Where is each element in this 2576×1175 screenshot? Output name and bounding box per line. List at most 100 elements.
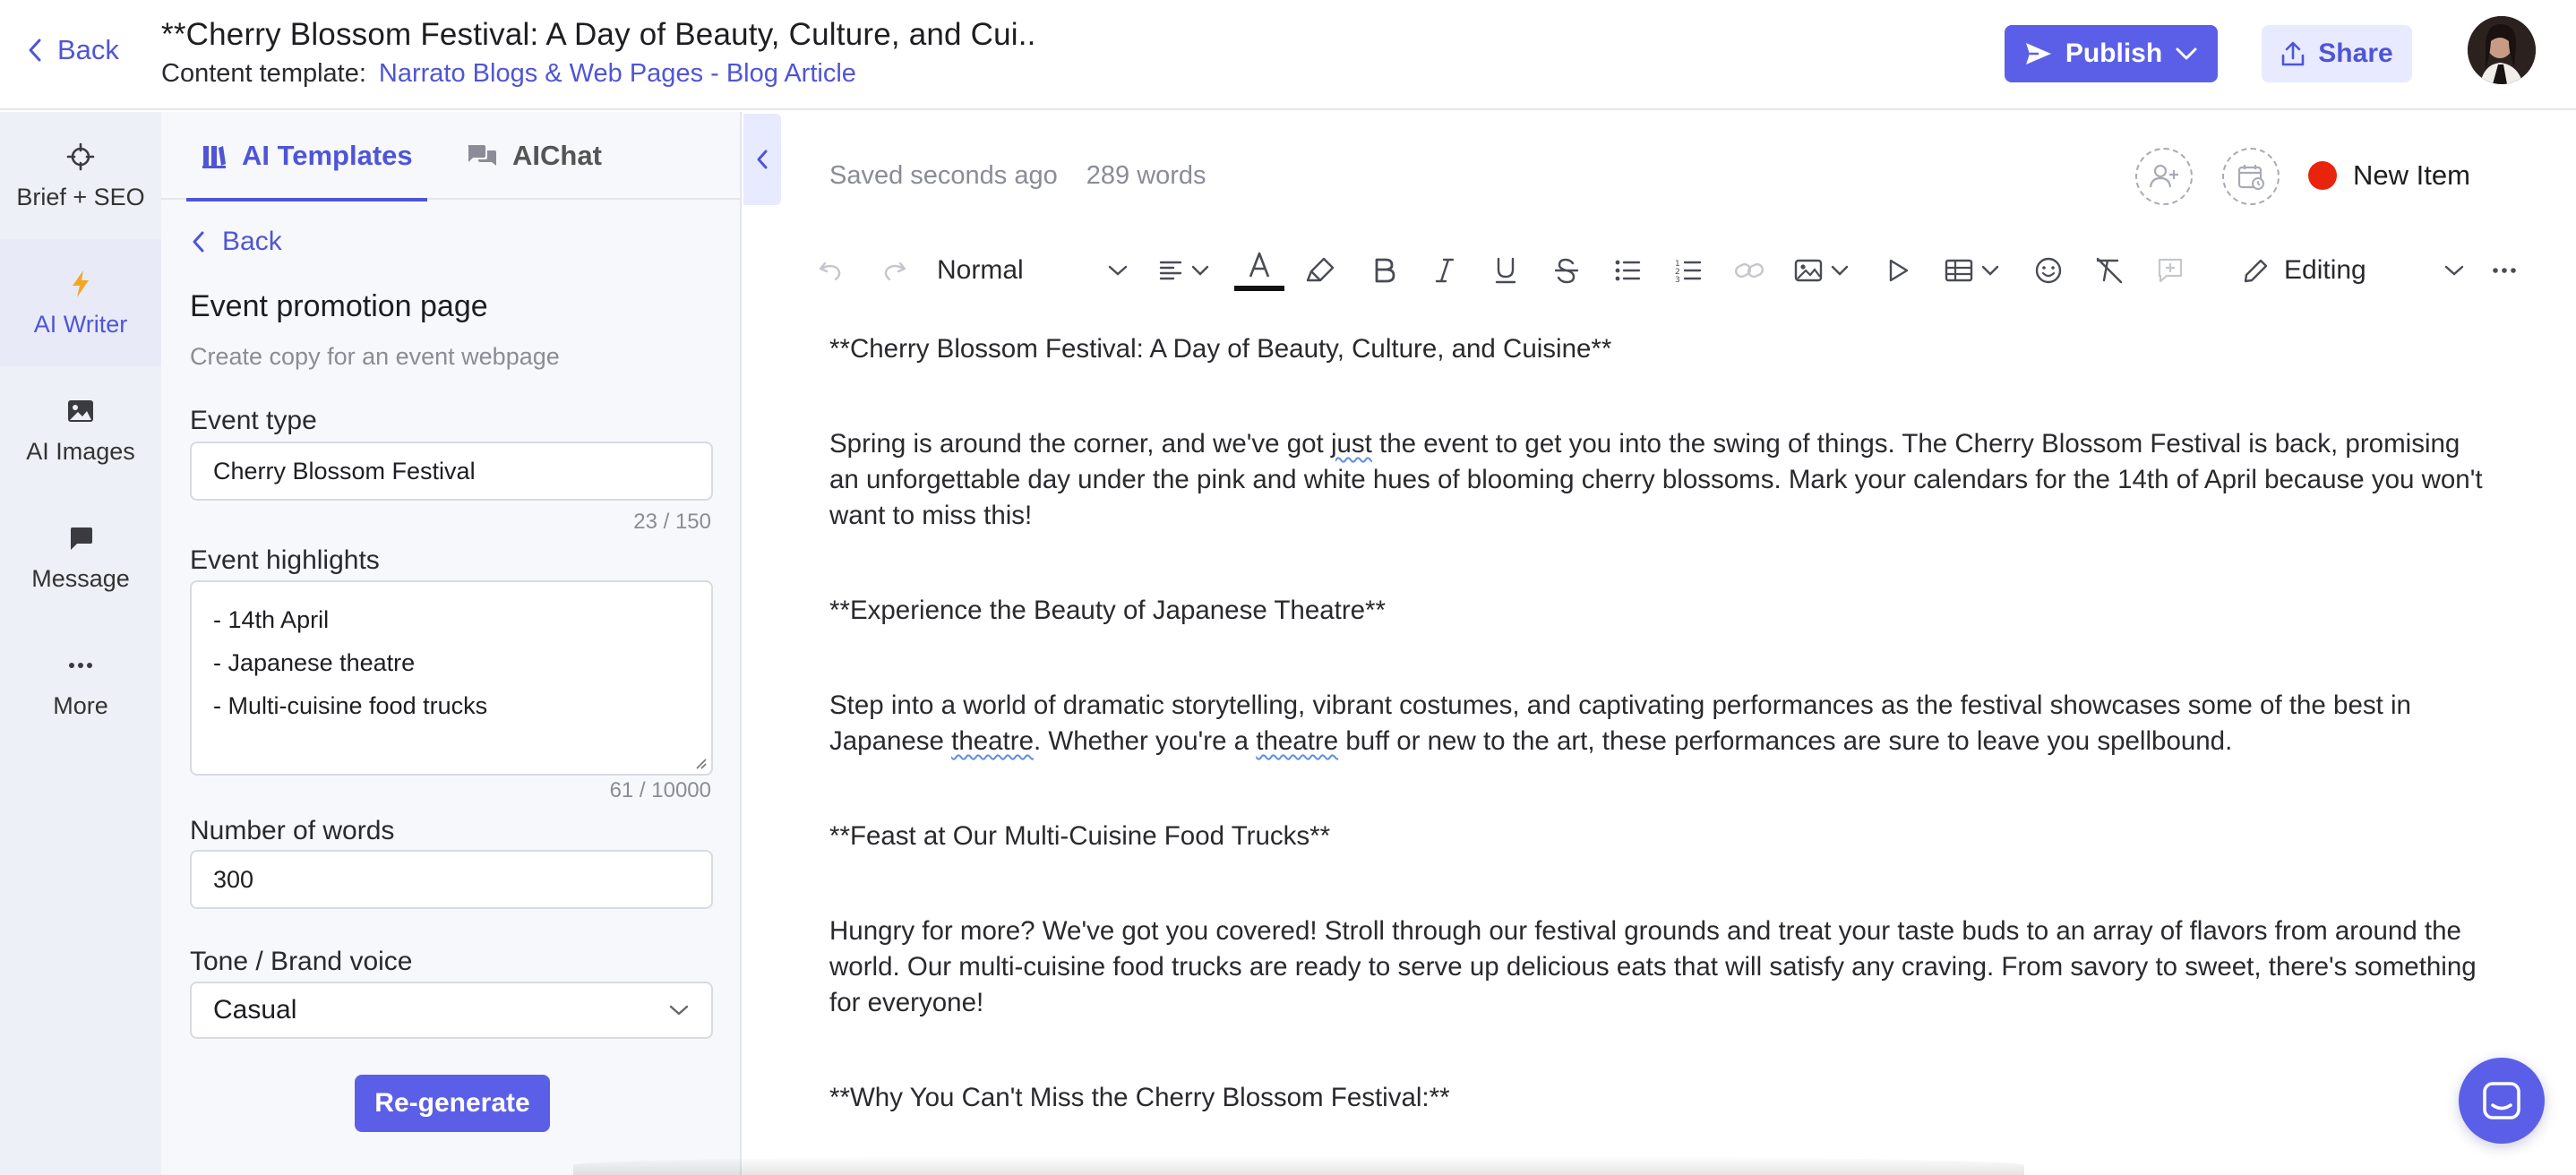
back-label: Back xyxy=(57,34,119,65)
highlighter-icon xyxy=(1306,257,1335,282)
regenerate-button[interactable]: Re-generate xyxy=(355,1075,550,1132)
workflow-status[interactable]: New Item xyxy=(2308,159,2470,192)
text-color-button[interactable] xyxy=(1234,242,1284,299)
set-due-date-button[interactable] xyxy=(2222,148,2280,205)
tone-select[interactable]: Casual xyxy=(190,982,713,1039)
event-highlights-label: Event highlights xyxy=(190,545,380,575)
bottom-shadow xyxy=(573,1155,2024,1175)
content-paragraph: Hungry for more? We've got you covered! … xyxy=(829,916,2477,1017)
strikethrough-icon xyxy=(1554,258,1579,284)
send-icon xyxy=(2025,43,2051,64)
nav-label-ai-writer: AI Writer xyxy=(33,310,128,338)
emoji-button[interactable] xyxy=(2026,242,2071,299)
tone-label: Tone / Brand voice xyxy=(190,947,413,976)
number-of-words-input[interactable]: 300 xyxy=(190,850,713,909)
underline-button[interactable] xyxy=(1483,242,1528,299)
template-title: Event promotion page xyxy=(190,289,488,323)
tab-ai-templates[interactable]: AI Templates xyxy=(186,112,427,202)
publish-button[interactable]: Publish xyxy=(2005,25,2218,82)
template-link[interactable]: Narrato Blogs & Web Pages - Blog Article xyxy=(379,59,856,88)
redo-button[interactable] xyxy=(876,242,912,299)
chevron-down-icon xyxy=(669,1005,689,1016)
calendar-icon xyxy=(2237,165,2264,190)
content-heading: **Why You Can't Miss the Cherry Blossom … xyxy=(829,1083,1450,1112)
tab-ai-templates-label: AI Templates xyxy=(242,140,413,171)
content-template-line: Content template: Narrato Blogs & Web Pag… xyxy=(161,59,856,89)
nav-item-brief-seo[interactable]: Brief + SEO xyxy=(0,112,161,239)
nav-item-ai-images[interactable]: AI Images xyxy=(0,366,161,493)
content-paragraph: Step into a world of dramatic storytelli… xyxy=(829,690,2411,756)
chevron-down-icon xyxy=(2444,265,2463,276)
chat-support-icon xyxy=(2483,1082,2520,1119)
numbered-list-button[interactable]: 123 xyxy=(1666,242,1711,299)
chevron-down-icon xyxy=(1981,265,1999,276)
assign-user-button[interactable] xyxy=(2135,148,2193,205)
avatar-photo-icon xyxy=(2468,16,2536,84)
text-color-icon xyxy=(1234,252,1284,291)
editor-toolbar: Normal 123 Editing xyxy=(806,242,2516,299)
strikethrough-button[interactable] xyxy=(1544,242,1589,299)
content-heading: **Experience the Beauty of Japanese Thea… xyxy=(829,596,1387,625)
user-avatar[interactable] xyxy=(2468,16,2536,84)
template-subtitle: Create copy for an event webpage xyxy=(190,343,560,370)
svg-text:3: 3 xyxy=(1675,276,1680,283)
panel-back-button[interactable]: Back xyxy=(190,227,282,257)
support-chat-button[interactable] xyxy=(2459,1058,2545,1144)
upload-icon xyxy=(2281,41,2305,66)
play-icon xyxy=(1889,259,1909,282)
chevron-left-icon xyxy=(29,39,41,62)
chevron-down-icon xyxy=(1108,265,1128,276)
paragraph-style-select[interactable]: Normal xyxy=(937,242,1129,299)
numbered-list-icon: 123 xyxy=(1675,260,1702,283)
chevron-left-icon xyxy=(193,231,204,253)
italic-icon xyxy=(1435,258,1455,283)
link-button[interactable] xyxy=(1727,242,1772,299)
nav-item-ai-writer[interactable]: AI Writer xyxy=(0,239,161,366)
insert-video-button[interactable] xyxy=(1876,242,1920,299)
event-type-char-count: 23 / 150 xyxy=(633,510,711,534)
ai-templates-panel: AI Templates AIChat Back Event promotion… xyxy=(161,112,742,1175)
more-options-button[interactable] xyxy=(2485,242,2524,299)
nav-item-message[interactable]: Message xyxy=(0,493,161,621)
document-title[interactable]: **Cherry Blossom Festival: A Day of Beau… xyxy=(161,17,1036,53)
chevron-down-icon xyxy=(1191,265,1209,276)
editing-mode-dropdown[interactable]: Editing xyxy=(2243,242,2476,299)
workflow-status-label: New Item xyxy=(2353,159,2470,191)
chevron-down-icon xyxy=(1831,265,1849,276)
highlight-line: - 14th April xyxy=(213,606,330,633)
nav-label-ai-images: AI Images xyxy=(26,437,135,465)
bold-icon xyxy=(1375,258,1395,283)
editor-content[interactable]: **Cherry Blossom Festival: A Day of Beau… xyxy=(829,331,2495,1116)
add-comment-button[interactable] xyxy=(2148,242,2193,299)
align-left-icon xyxy=(1159,261,1182,280)
image-icon xyxy=(1794,259,1823,282)
word-count: 289 words xyxy=(1086,161,1206,190)
align-dropdown[interactable] xyxy=(1148,242,1220,299)
resize-grip-icon[interactable] xyxy=(691,754,708,770)
comment-add-icon xyxy=(2158,258,2183,283)
bullet-list-icon xyxy=(1615,260,1641,281)
nav-item-more[interactable]: More xyxy=(0,621,161,748)
chevron-down-icon xyxy=(2176,47,2197,60)
ellipsis-icon xyxy=(64,649,97,682)
tab-aichat[interactable]: AIChat xyxy=(466,112,602,200)
back-button[interactable]: Back xyxy=(25,34,119,66)
event-highlights-textarea[interactable]: - 14th April - Japanese theatre - Multi-… xyxy=(190,580,713,776)
status-dot xyxy=(2308,161,2337,190)
content-heading: **Cherry Blossom Festival: A Day of Beau… xyxy=(829,334,1612,364)
bold-button[interactable] xyxy=(1361,242,1406,299)
clear-formatting-button[interactable] xyxy=(2087,242,2132,299)
undo-button[interactable] xyxy=(813,242,849,299)
template-prefix: Content template: xyxy=(161,59,366,88)
number-of-words-label: Number of words xyxy=(190,816,395,845)
editing-mode-value: Editing xyxy=(2284,255,2366,285)
highlight-button[interactable] xyxy=(1297,242,1344,299)
share-button[interactable]: Share xyxy=(2262,25,2412,82)
collapse-panel-button[interactable] xyxy=(743,114,781,205)
underline-icon xyxy=(1495,257,1516,284)
insert-table-dropdown[interactable] xyxy=(1936,242,2008,299)
event-type-input[interactable]: Cherry Blossom Festival xyxy=(190,442,713,501)
italic-button[interactable] xyxy=(1422,242,1467,299)
insert-image-dropdown[interactable] xyxy=(1786,242,1858,299)
bullet-list-button[interactable] xyxy=(1605,242,1650,299)
